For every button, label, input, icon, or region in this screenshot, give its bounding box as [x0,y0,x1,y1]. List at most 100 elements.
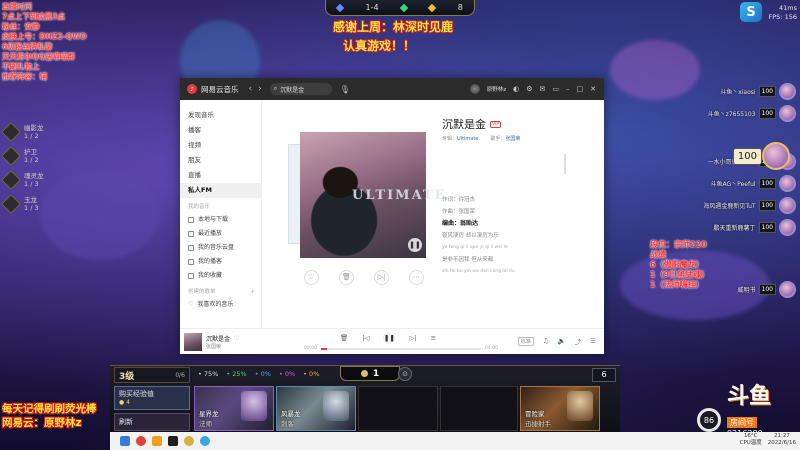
sidebar-item-label: 我的音乐云盘 [198,244,235,251]
user-tag[interactable]: 原野林z [487,85,506,93]
back-icon[interactable]: ‹ [249,84,253,94]
reroll-button[interactable]: 刷新 [114,413,190,431]
self-player[interactable]: 100 [732,142,790,170]
mic-icon[interactable]: 🎙 [340,85,350,94]
overlay-line: 推荐阵容：辅 [2,72,47,81]
sidebar-item-recent[interactable]: 最近播放 [180,227,261,241]
champion-trait: 迅捷射手 [525,420,551,428]
trash-button[interactable]: 🗑 [339,270,354,285]
sidebar-item-friends[interactable]: 朋友 [180,153,261,168]
shop-odds: • 75% • 25% • 0% • 0% • 0% [198,370,319,378]
player-name: 威明书 [737,286,756,294]
shop-card[interactable]: 风暴龙 刺客 [276,386,356,431]
app-icon[interactable] [184,436,194,446]
player-artist[interactable]: 张国荣 [206,343,286,350]
player-row[interactable]: 鹏天重新鹿薯丁 100 [676,216,796,238]
share-icon[interactable]: ⤴ [575,336,582,346]
player-extras: 标准 ♫ 🔈 ⤴ ☰ [517,336,596,346]
weather-widget[interactable]: 16°C CPU温度 [740,433,762,447]
quality-button[interactable]: 标准 [517,336,534,346]
fm-mode-icon[interactable]: ≡ [431,334,436,342]
maximize-icon[interactable]: □ [577,85,584,93]
add-playlist-icon[interactable]: + [250,286,255,298]
like-button[interactable]: ♡ [304,270,319,285]
trait-item[interactable]: 幽影龙 1 / 2 [0,120,48,144]
skin-icon[interactable]: ◐ [513,85,519,93]
next-icon[interactable]: ▷| [409,334,416,342]
search-input[interactable] [280,85,321,93]
player-row[interactable]: 海风遇金鹿新见TuT 100 [676,194,796,216]
player-name: 斗鱼丶xiaosi [720,88,756,96]
artist-link[interactable]: 张国荣 [505,136,520,142]
lyric-scrollbar[interactable] [564,154,566,174]
mini-mode-icon[interactable]: ▭ [552,85,559,93]
trash-icon[interactable]: 🗑 [340,334,348,342]
sidebar-item-discover[interactable]: 发现音乐 [180,108,261,123]
trait-list: 幽影龙 1 / 2 护卫 1 / 2 魂灵龙 1 / 3 玉龙 1 / 3 [0,120,48,216]
sidebar-item-video[interactable]: 视频 [180,138,261,153]
player-row[interactable]: 斗鱼丶z7655103 100 [676,102,796,124]
sidebar-item-fm[interactable]: 私人FM [180,183,261,198]
search-box[interactable]: ⌕ [269,83,332,95]
next-button[interactable]: ▷| [374,270,389,285]
ad-line: 每天记得刷刷荧光棒 [2,403,97,415]
pause-icon[interactable]: ❚❚ [408,238,422,252]
trait-name: 护卫 [24,148,37,156]
mini-album-art[interactable] [184,332,202,351]
album-link[interactable]: Ultimate [457,136,478,142]
shop-card[interactable]: 冒险家 迅捷射手 [520,386,600,431]
mail-icon[interactable]: ✉ [540,85,546,93]
overlay-line: 6级粉丝牌私聊 [2,42,53,51]
buy-xp-button[interactable]: 购买经验值 ● 4 [114,386,190,410]
playlist-icon[interactable]: ☰ [590,337,596,345]
player-name: 斗鱼丶z7655103 [707,110,756,118]
play-pause-button[interactable]: ❚❚ [383,332,396,344]
app-icon[interactable] [136,436,146,446]
settings-icon[interactable]: ⚙ [526,85,532,93]
trait-item[interactable]: 护卫 1 / 2 [0,144,48,168]
gold-counter: 1 [340,366,400,381]
sidebar: 发现音乐 播客 视频 朋友 直播 私人FM 我的音乐 本地与下载 最近播放 我的… [180,100,262,328]
forward-icon[interactable]: › [258,84,262,94]
clock-icon [188,231,194,237]
sidebar-item-my-podcast[interactable]: 我的播客 [180,255,261,269]
player-avatar [779,280,796,298]
shop-card[interactable]: 星界龙 法师 [194,386,274,431]
sidebar-item-label: 我的收藏 [198,272,223,279]
overlay-line: 1（9日黑猛魂） [650,270,710,279]
trait-item[interactable]: 魂灵龙 1 / 3 [0,168,48,192]
start-icon[interactable] [120,436,130,446]
player-row[interactable]: 斗鱼AG丶Peeful 100 [676,172,796,194]
rank-overlay: 段位：宗师220 战绩 6（傲影魔龙） 1（9日黑猛魂） 1（法师嗨挂） [650,240,709,290]
app-icon[interactable] [152,436,162,446]
stage-timer: 8 [457,3,463,12]
close-icon[interactable]: ✕ [590,85,596,93]
previous-icon[interactable]: |◁ [362,334,369,342]
player-hp: 100 [758,221,776,233]
app-icon[interactable] [168,436,178,446]
overlay-line: 天天尼尔QQ送喵喵群 [2,52,75,61]
sidebar-item-live[interactable]: 直播 [180,168,261,183]
lock-shop-button[interactable]: ⊙ [398,367,412,381]
player-song-title[interactable]: 沉默是金 [206,334,230,343]
player-row[interactable]: 斗鱼丶xiaosi 100 [676,80,796,102]
sidebar-item-cloud[interactable]: 我的音乐云盘 [180,241,261,255]
effects-icon[interactable]: ♫ [543,337,549,345]
trait-item[interactable]: 玉龙 1 / 3 [0,192,48,216]
sidebar-item-local[interactable]: 本地与下载 [180,213,261,227]
clock[interactable]: 21:27 2022/6/16 [768,433,796,447]
player-health-ring: 86 [697,408,721,432]
app-icon[interactable] [200,436,210,446]
sidebar-item-liked[interactable]: ♡ 我喜欢的音乐 [180,298,261,312]
sidebar-item-favorites[interactable]: 我的收藏 [180,269,261,283]
player-avatar [779,218,796,236]
avatar[interactable] [469,84,480,94]
sidebar-item-podcast[interactable]: 播客 [180,123,261,138]
stage-gem-icon [428,3,437,12]
heart-icon[interactable]: ♡ [234,335,239,342]
volume-icon[interactable]: 🔈 [558,337,566,345]
trait-count: 1 / 3 [24,204,39,212]
more-button[interactable]: ⋯ [409,270,424,285]
progress-bar[interactable] [320,347,481,350]
minimize-icon[interactable]: – [566,85,570,93]
